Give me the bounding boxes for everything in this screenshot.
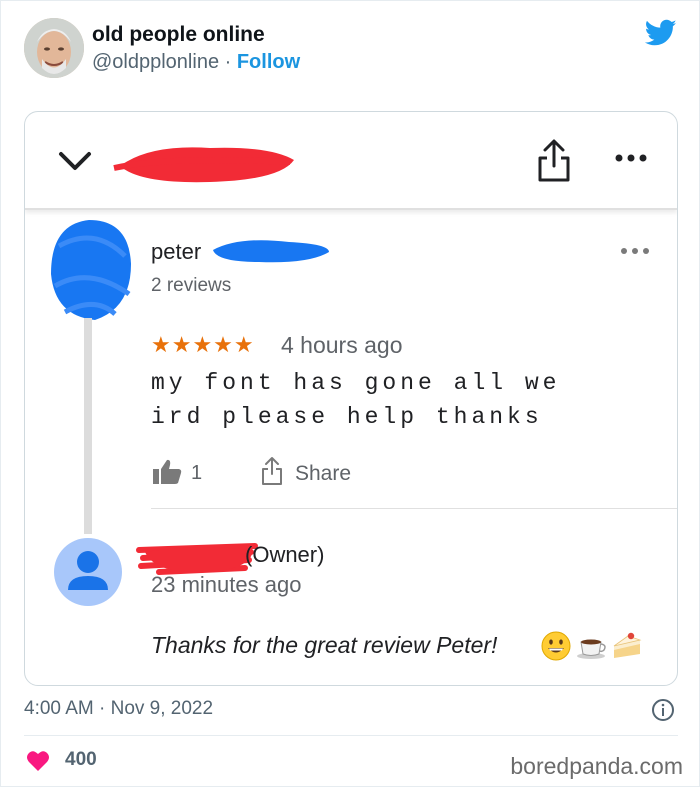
boredpanda-watermark: boredpanda.com [510, 753, 683, 779]
redaction-scribble [113, 147, 294, 183]
chevron-down-icon[interactable] [55, 146, 95, 176]
star-rating: ★★★★★ [151, 332, 255, 357]
coffee-emoji [577, 639, 606, 659]
owner-reply-time: 23 minutes ago [151, 572, 302, 597]
review-text-line: my font has gone all we [151, 370, 561, 396]
review-like-count: 1 [191, 462, 203, 484]
author-handle[interactable]: @oldpplonline [92, 51, 219, 73]
reviewer-avatar-redacted[interactable] [45, 216, 135, 326]
reviewer-name[interactable]: peter [151, 239, 201, 265]
review-share-button[interactable]: Share [295, 462, 351, 486]
author-handle-row: @oldpplonline · Follow [92, 51, 300, 74]
tweet-like-count[interactable]: 400 [65, 749, 97, 771]
info-icon[interactable] [651, 698, 675, 722]
share-icon[interactable] [260, 456, 284, 486]
thread-line [84, 318, 92, 534]
heart-icon[interactable] [26, 750, 50, 772]
author-avatar[interactable] [24, 18, 84, 78]
owner-avatar[interactable] [54, 538, 122, 606]
thumbs-up-icon[interactable] [151, 458, 183, 486]
review-text: my font has gone all we ird please help … [151, 366, 651, 434]
twitter-icon[interactable] [645, 19, 677, 47]
more-horizontal-icon[interactable] [613, 148, 649, 168]
owner-label: (Owner) [245, 542, 325, 567]
author-display-name[interactable]: old people online [92, 23, 265, 47]
cake-emoji [613, 632, 642, 658]
grinning-face-emoji [541, 631, 571, 661]
share-icon[interactable] [534, 138, 574, 184]
tweet-timestamp[interactable]: 4:00 AM · Nov 9, 2022 [24, 698, 213, 720]
embedded-screenshot[interactable]: peter 2 reviews ★★★★★ 4 hours ago my fon… [24, 111, 678, 686]
more-horizontal-icon[interactable] [619, 244, 651, 258]
redaction-scribble [213, 240, 329, 263]
reviewer-review-count: 2 reviews [151, 275, 232, 296]
divider [151, 508, 677, 509]
review-text-line: ird please help thanks [151, 404, 543, 430]
tweet-embed: old people online @oldpplonline · Follow… [0, 0, 700, 787]
handle-separator: · [219, 51, 237, 73]
follow-button[interactable]: Follow [237, 51, 300, 73]
owner-reply-text: Thanks for the great review Peter! [151, 632, 498, 658]
review-time: 4 hours ago [281, 332, 403, 358]
divider [24, 735, 678, 736]
